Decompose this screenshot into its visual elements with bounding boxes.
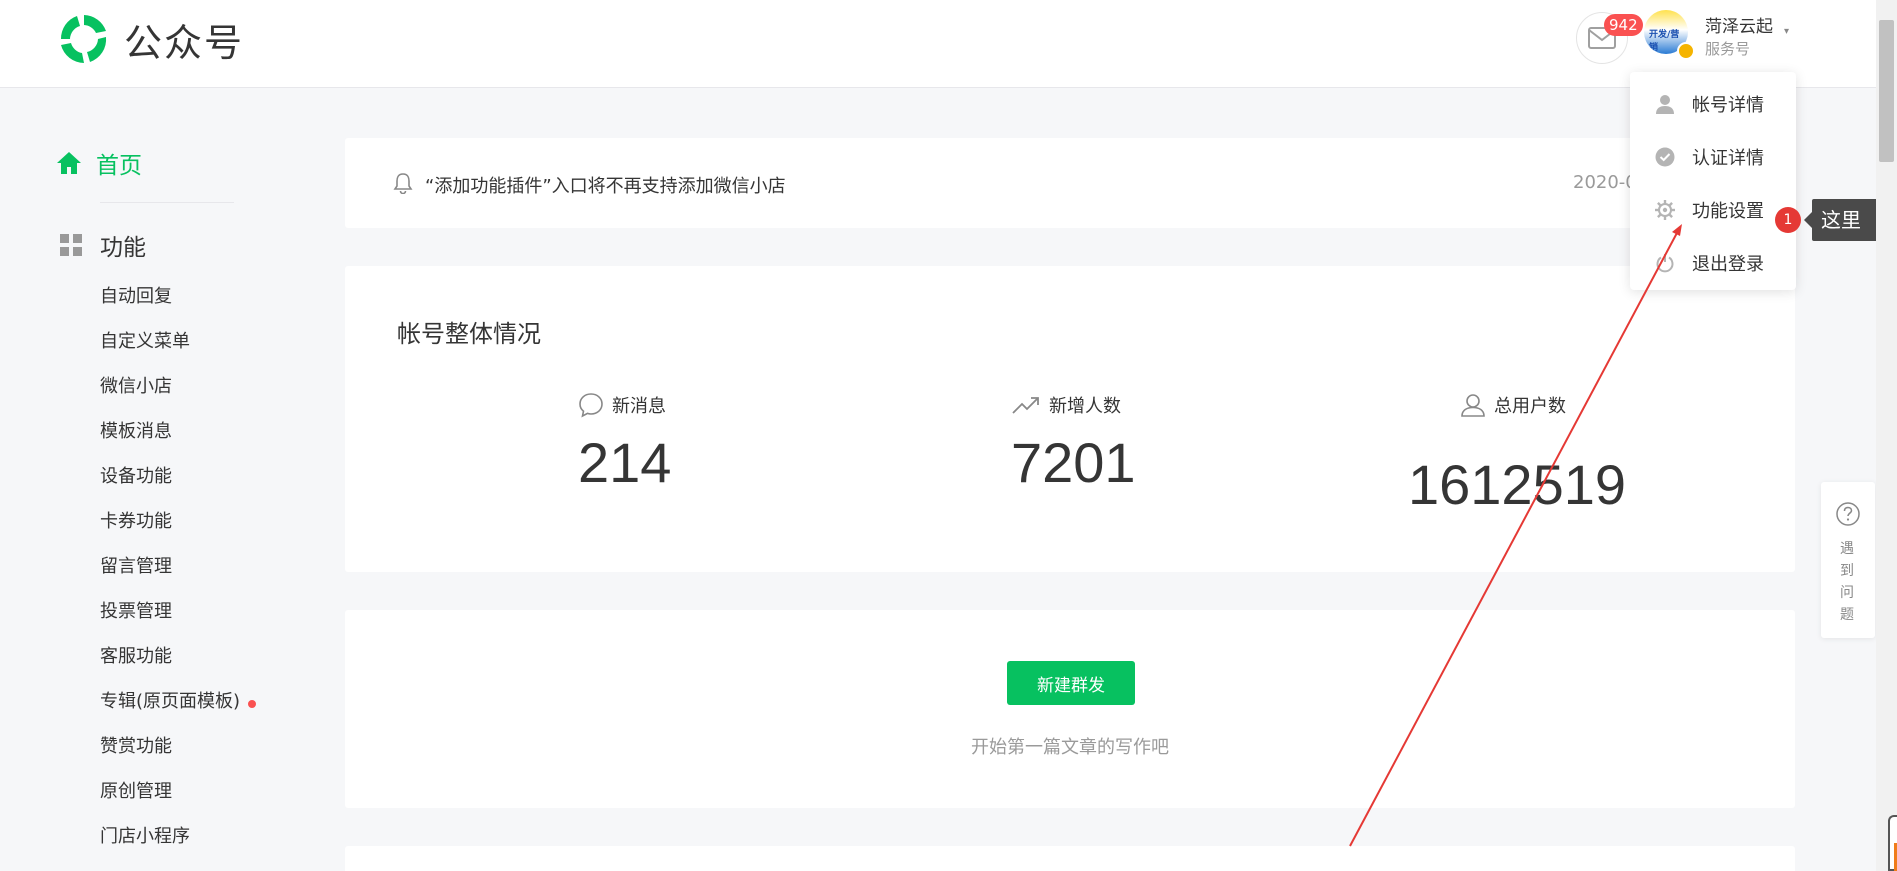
account-name[interactable]: 菏泽云起 [1705, 12, 1773, 37]
menu-item-label: 帐号详情 [1692, 94, 1764, 116]
sidebar-item-label: 客服功能 [100, 646, 172, 667]
new-dot-badge [248, 700, 257, 708]
sidebar-item-label: 自定义菜单 [100, 331, 190, 352]
gear-icon [1654, 199, 1676, 221]
sidebar-item-label: 留言管理 [100, 556, 172, 577]
power-icon [1654, 252, 1676, 274]
sidebar-item[interactable]: 赞赏功能 [100, 734, 256, 779]
sidebar-item-label: 赞赏功能 [100, 736, 172, 757]
verified-badge-icon [1677, 42, 1695, 60]
overview-title: 帐号整体情况 [397, 320, 541, 348]
help-widget[interactable]: 遇到问题 [1821, 482, 1875, 638]
notice-text[interactable]: “添加功能插件”入口将不再支持添加微信小店 [425, 172, 786, 198]
logo-text: 公众号 [124, 20, 245, 65]
sidebar-function-list: 自动回复 自定义菜单 微信小店 模板消息 设备功能 卡券功能 留言管理 投票管理… [100, 284, 257, 869]
menu-item-verification-details[interactable]: 认证详情 [1630, 130, 1796, 183]
sidebar-item-label: 自动回复 [100, 286, 172, 307]
menu-item-logout[interactable]: 退出登录 [1630, 236, 1796, 289]
menu-item-label: 认证详情 [1692, 147, 1764, 169]
verified-check-icon [1654, 146, 1676, 168]
message-count-badge: 942 [1604, 14, 1643, 36]
notice-banner[interactable]: “添加功能插件”入口将不再支持添加微信小店 2020-0 [345, 138, 1795, 228]
stat-value: 1612519 [1408, 453, 1627, 516]
notice-date: 2020-0 [1573, 172, 1637, 193]
compose-hint: 开始第一篇文章的写作吧 [971, 737, 1169, 758]
menu-item-label: 退出登录 [1692, 253, 1764, 275]
account-type: 服务号 [1705, 40, 1751, 58]
next-card [345, 846, 1795, 871]
stat-label: 总用户数 [1494, 396, 1566, 417]
sidebar-section-function: 功能 [60, 228, 146, 262]
stat-new-followers[interactable]: 新增人数 7201 [1011, 392, 1136, 495]
help-text: 遇到问题 [1840, 541, 1854, 623]
page-scrollbar[interactable] [1876, 0, 1897, 871]
menu-item-feature-settings[interactable]: 功能设置 [1630, 183, 1796, 236]
trend-up-icon [1012, 397, 1039, 414]
sidebar-item[interactable]: 微信小店 [100, 374, 256, 419]
person-icon [1654, 93, 1676, 115]
sidebar-item[interactable]: 自定义菜单 [100, 329, 256, 374]
sidebar-item[interactable]: 留言管理 [100, 554, 256, 599]
sidebar-item-label: 微信小店 [100, 376, 172, 397]
sidebar-home-label: 首页 [96, 153, 142, 179]
logo-icon [60, 15, 107, 63]
stat-total-users[interactable]: 总用户数 [1460, 392, 1566, 418]
stat-value: 214 [578, 431, 672, 494]
top-header: 公众号 942 开发/营销 菏泽云起 服务号 ▾ [0, 0, 1876, 88]
sidebar-item-label: 门店小程序 [100, 826, 190, 847]
stat-label: 新消息 [612, 396, 666, 417]
sidebar-item[interactable]: 模板消息 [100, 419, 256, 464]
sidebar-item[interactable]: 投票管理 [100, 599, 256, 644]
sidebar-item[interactable]: 门店小程序 [100, 824, 256, 869]
sidebar-divider [100, 202, 234, 203]
menu-item-account-details[interactable]: 帐号详情 [1630, 77, 1796, 130]
sidebar-item-label: 设备功能 [100, 466, 172, 487]
sidebar-item[interactable]: 设备功能 [100, 464, 256, 509]
sidebar-item-home[interactable]: 首页 [56, 146, 142, 180]
scroll-thumb[interactable] [1879, 20, 1894, 162]
stat-label: 新增人数 [1049, 396, 1121, 417]
sidebar-item[interactable]: 自动回复 [100, 284, 256, 329]
stat-value: 7201 [1011, 431, 1136, 494]
step-number-badge: 1 [1775, 207, 1801, 233]
grid-icon [60, 234, 82, 256]
compose-card: 新建群发 开始第一篇文章的写作吧 [345, 610, 1795, 808]
tip-pointer [1804, 212, 1812, 228]
sidebar-item[interactable]: 客服功能 [100, 644, 256, 689]
bell-icon [393, 173, 413, 194]
menu-item-label: 功能设置 [1692, 200, 1764, 222]
sidebar-item-label: 原创管理 [100, 781, 172, 802]
home-icon [57, 152, 81, 174]
account-overview-card: 帐号整体情况 新消息 214 新增人数 7201 总用户数 1612519 [345, 266, 1795, 572]
sidebar-item[interactable]: 原创管理 [100, 779, 256, 824]
user-icon [1461, 394, 1485, 417]
sidebar-function-label: 功能 [100, 235, 146, 261]
wechat-mp-logo[interactable]: 公众号 [56, 11, 244, 67]
sidebar-item[interactable]: 专辑(原页面模板) [100, 689, 257, 734]
sidebar-item[interactable]: 卡券功能 [100, 509, 256, 554]
sidebar-item-label: 卡券功能 [100, 511, 172, 532]
chat-bubble-icon [579, 393, 603, 418]
account-dropdown-menu: 帐号详情 认证详情 功能设置 退出登录 [1630, 72, 1796, 290]
sidebar-item-label: 模板消息 [100, 421, 172, 442]
question-icon [1836, 502, 1860, 526]
sidebar-item-label: 专辑(原页面模板) [100, 691, 241, 712]
sidebar-item-label: 投票管理 [100, 601, 172, 622]
stat-new-messages[interactable]: 新消息 214 [578, 392, 671, 495]
new-broadcast-button[interactable]: 新建群发 [1007, 661, 1135, 705]
chevron-down-icon[interactable]: ▾ [1784, 26, 1789, 37]
